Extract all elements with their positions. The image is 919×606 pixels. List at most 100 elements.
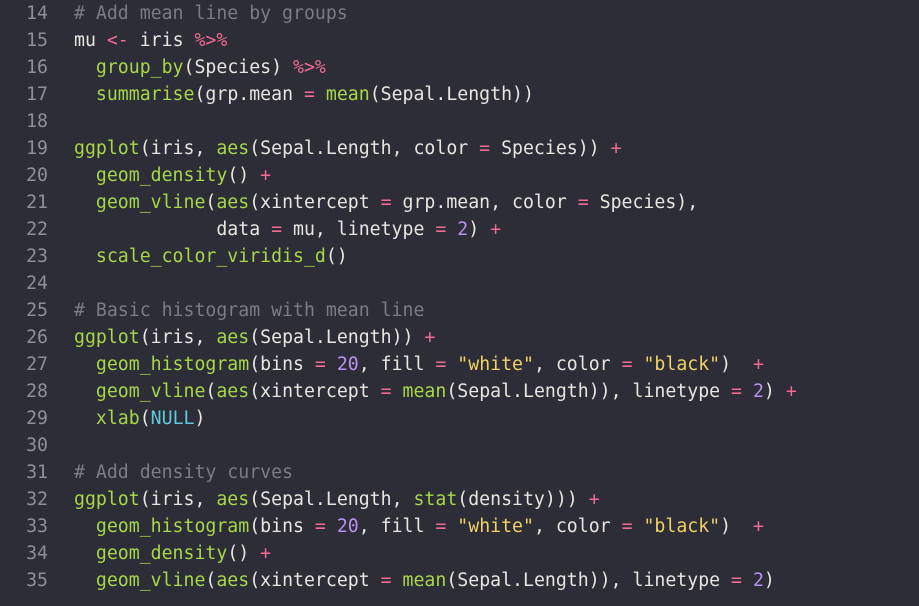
code-text[interactable]: geom_histogram(bins = 20, fill = "white"… xyxy=(74,351,764,378)
code-token-fn: mean xyxy=(325,84,370,105)
code-token-fn: geom_density xyxy=(95,165,228,186)
code-line[interactable]: 24 xyxy=(0,270,919,297)
code-token-op: = xyxy=(731,381,742,402)
code-text[interactable]: geom_histogram(bins = 20, fill = "white"… xyxy=(74,513,764,540)
code-line[interactable]: 26 ggplot(iris, aes(Sepal.Length)) + xyxy=(0,324,919,351)
code-token-plain: (Species) xyxy=(183,57,294,78)
line-number: 21 xyxy=(26,192,48,213)
code-line[interactable]: 15 mu <- iris %>% xyxy=(0,27,919,54)
code-line[interactable]: 28 geom_vline(aes(xintercept = mean(Sepa… xyxy=(0,378,919,405)
code-token-op: = xyxy=(380,381,392,402)
code-token-plain: ) xyxy=(763,570,775,591)
code-token-op: + xyxy=(260,543,272,564)
code-token-plain: ( xyxy=(205,570,217,591)
code-text[interactable]: geom_vline(aes(xintercept = mean(Sepal.L… xyxy=(74,567,775,594)
code-token-plain: (Sepal.Length, xyxy=(249,489,414,510)
code-line[interactable]: 20 geom_density() + xyxy=(0,162,919,189)
code-token-plain: ) xyxy=(763,381,786,402)
line-number: 28 xyxy=(26,381,48,402)
code-line[interactable]: 25 # Basic histogram with mean line xyxy=(0,297,919,324)
code-token-fn: aes xyxy=(216,327,250,348)
code-text[interactable]: ggplot(iris, aes(Sepal.Length, color = S… xyxy=(74,135,622,162)
code-text[interactable]: scale_color_viridis_d() xyxy=(74,243,348,270)
code-line[interactable]: 32 ggplot(iris, aes(Sepal.Length, stat(de… xyxy=(0,486,919,513)
code-text[interactable]: geom_density() + xyxy=(74,540,271,567)
code-text[interactable]: geom_vline(aes(xintercept = mean(Sepal.L… xyxy=(74,378,797,405)
code-token-fn: ggplot xyxy=(74,327,140,348)
code-token-str: "white" xyxy=(457,516,534,537)
code-line[interactable]: 23 scale_color_viridis_d() xyxy=(0,243,919,270)
code-line[interactable]: 21 geom_vline(aes(xintercept = grp.mean,… xyxy=(0,189,919,216)
code-token-op: = xyxy=(303,84,315,105)
code-token-plain: mu, linetype xyxy=(282,219,436,240)
code-token-fn: mean xyxy=(402,381,447,402)
code-line[interactable]: 27 geom_histogram(bins = 20, fill = "whi… xyxy=(0,351,919,378)
code-token-plain: () xyxy=(227,543,261,564)
code-token-const: NULL xyxy=(150,408,195,429)
code-editor[interactable]: 14 # Add mean line by groups 15 mu <- iris … xyxy=(0,0,919,606)
code-line[interactable]: 29 xlab(NULL) xyxy=(0,405,919,432)
code-token-fn: ggplot xyxy=(74,138,140,159)
code-text[interactable]: mu <- iris %>% xyxy=(74,27,227,54)
code-line[interactable]: 18 xyxy=(0,108,919,135)
code-text[interactable]: # Add mean line by groups xyxy=(74,0,348,27)
code-line[interactable]: 31 # Add density curves xyxy=(0,459,919,486)
code-line[interactable]: 19 ggplot(iris, aes(Sepal.Length, color =… xyxy=(0,135,919,162)
code-line[interactable]: 14 # Add mean line by groups xyxy=(0,0,919,27)
code-line[interactable]: 16 group_by(Species) %>% xyxy=(0,54,919,81)
code-token-fn: aes xyxy=(216,489,250,510)
code-text[interactable]: data = mu, linetype = 2) + xyxy=(74,216,501,243)
line-number: 30 xyxy=(26,435,48,456)
code-text[interactable]: geom_vline(aes(xintercept = grp.mean, co… xyxy=(74,189,698,216)
code-text[interactable]: xlab(NULL) xyxy=(74,405,206,432)
code-line[interactable]: 34 geom_density() + xyxy=(0,540,919,567)
code-token-plain: Species), xyxy=(588,192,699,213)
code-token-plain: mu xyxy=(74,30,107,51)
code-token-fn: geom_vline xyxy=(95,381,206,402)
code-token-plain: (iris, xyxy=(139,327,217,348)
code-token-fn: geom_histogram xyxy=(95,354,250,375)
code-line[interactable]: 30 xyxy=(0,432,919,459)
line-number: 22 xyxy=(26,219,48,240)
code-token-fn: aes xyxy=(216,138,250,159)
line-number: 23 xyxy=(26,246,48,267)
code-text[interactable]: ggplot(iris, aes(Sepal.Length, stat(dens… xyxy=(74,486,600,513)
code-text[interactable]: summarise(grp.mean = mean(Sepal.Length)) xyxy=(74,81,534,108)
code-token-plain: (density))) xyxy=(457,489,589,510)
code-token-plain: , fill xyxy=(358,516,436,537)
code-token-plain: grp.mean, color xyxy=(391,192,578,213)
code-token-plain: ) xyxy=(194,408,206,429)
code-token-plain: () xyxy=(325,246,348,267)
code-text[interactable]: # Basic histogram with mean line xyxy=(74,297,424,324)
code-token-plain: (grp.mean xyxy=(194,84,304,105)
code-token-plain: , color xyxy=(533,354,622,375)
code-line[interactable]: 35 geom_vline(aes(xintercept = mean(Sepa… xyxy=(0,567,919,594)
code-token-plain: Species)) xyxy=(490,138,611,159)
code-text[interactable]: ggplot(iris, aes(Sepal.Length)) + xyxy=(74,324,435,351)
code-line[interactable]: 22 data = mu, linetype = 2) + xyxy=(0,216,919,243)
code-token-op: = xyxy=(435,219,447,240)
line-number: 29 xyxy=(26,408,48,429)
code-token-plain: ) xyxy=(720,516,753,537)
code-token-op: + xyxy=(752,516,764,537)
code-text[interactable]: geom_density() + xyxy=(74,162,271,189)
code-token-plain: (bins xyxy=(249,354,315,375)
code-token-plain: (xintercept xyxy=(249,381,381,402)
code-text[interactable]: group_by(Species) %>% xyxy=(74,54,326,81)
code-line[interactable]: 33 geom_histogram(bins = 20, fill = "whi… xyxy=(0,513,919,540)
code-token-comment: # Add mean line by groups xyxy=(74,3,348,24)
line-number: 14 xyxy=(26,3,48,24)
code-text[interactable]: # Add density curves xyxy=(74,459,293,486)
code-token-comment: # Basic histogram with mean line xyxy=(74,300,425,321)
code-line[interactable]: 17 summarise(grp.mean = mean(Sepal.Lengt… xyxy=(0,81,919,108)
code-token-op: + xyxy=(752,354,764,375)
